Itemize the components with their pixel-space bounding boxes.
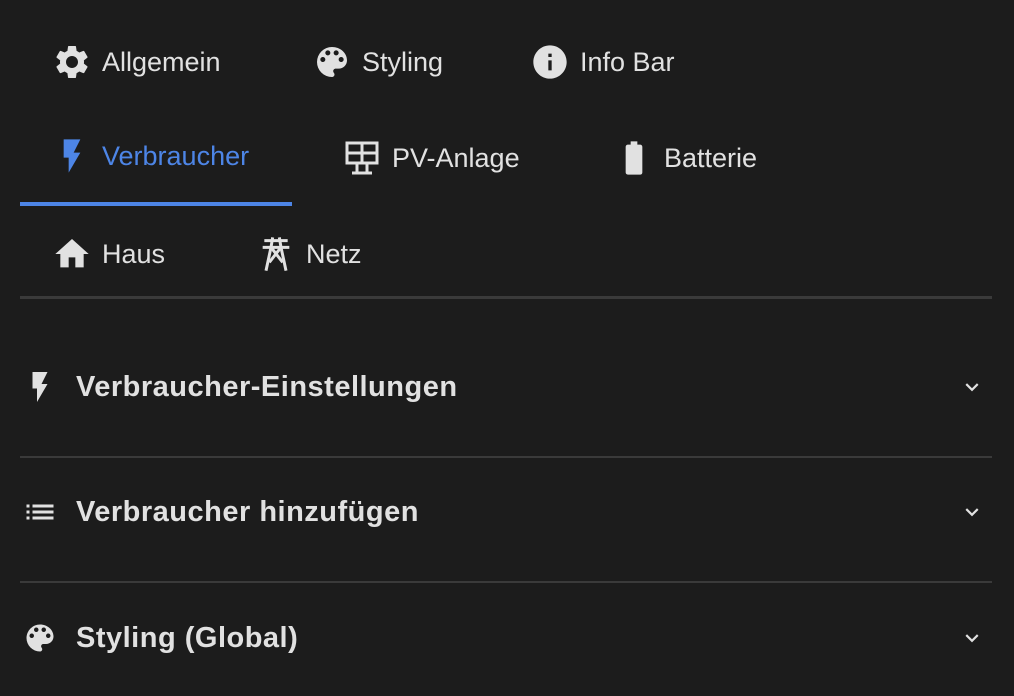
- section-title: Verbraucher hinzufügen: [76, 495, 419, 528]
- tab-label: Verbraucher: [102, 140, 250, 171]
- palette-icon: [310, 40, 354, 84]
- tab-bar: Allgemein Styling Info Bar Verbraucher P…: [20, 14, 992, 300]
- section-verbraucher-hinzufuegen[interactable]: Verbraucher hinzufügen: [20, 450, 992, 574]
- tab-pv-anlage[interactable]: PV-Anlage: [340, 110, 520, 206]
- lightning-icon: [50, 134, 94, 178]
- tab-label: Info Bar: [580, 46, 675, 77]
- info-icon: [528, 40, 572, 84]
- battery-icon: [612, 136, 656, 180]
- tab-label: Netz: [306, 238, 362, 269]
- tab-allgemein[interactable]: Allgemein: [50, 14, 221, 110]
- chevron-down-icon[interactable]: [952, 367, 992, 407]
- tab-label: Haus: [102, 238, 166, 269]
- tab-netz[interactable]: Netz: [254, 206, 362, 302]
- tab-label: Allgemein: [102, 46, 221, 77]
- palette-icon: [20, 618, 60, 658]
- tab-batterie[interactable]: Batterie: [612, 110, 757, 206]
- section-verbraucher-einstellungen[interactable]: Verbraucher-Einstellungen: [20, 325, 992, 449]
- editor-panel: Allgemein Styling Info Bar Verbraucher P…: [0, 0, 1014, 696]
- section-styling-global[interactable]: Styling (Global): [20, 576, 992, 696]
- gear-icon: [50, 40, 94, 84]
- chevron-down-icon[interactable]: [952, 492, 992, 532]
- tab-styling[interactable]: Styling: [310, 14, 443, 110]
- list-icon: [20, 492, 60, 532]
- power-tower-icon: [254, 232, 298, 276]
- tab-haus[interactable]: Haus: [50, 206, 165, 302]
- tab-label: Batterie: [664, 142, 758, 173]
- lightning-icon: [20, 367, 60, 407]
- chevron-down-icon[interactable]: [952, 618, 992, 658]
- tab-bar-divider: [20, 296, 992, 299]
- tab-label: PV-Anlage: [392, 142, 520, 173]
- solar-panel-icon: [340, 136, 384, 180]
- home-icon: [50, 232, 94, 276]
- tab-label: Styling: [362, 46, 444, 77]
- section-title: Verbraucher-Einstellungen: [76, 370, 458, 403]
- tab-info-bar[interactable]: Info Bar: [528, 14, 675, 110]
- section-title: Styling (Global): [76, 621, 299, 654]
- tab-verbraucher[interactable]: Verbraucher: [20, 110, 292, 206]
